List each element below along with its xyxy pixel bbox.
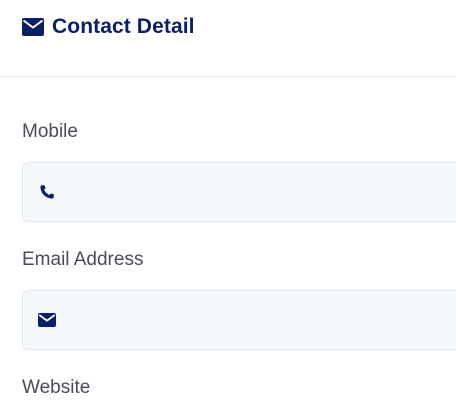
email-address-label: Email Address — [22, 249, 144, 270]
website-label: Website — [22, 377, 91, 398]
section-title: Contact Detail — [52, 15, 195, 38]
email-field[interactable] — [22, 290, 456, 351]
email-input[interactable] — [67, 291, 451, 351]
contact-detail-section: Contact Detail Mobile Email Address Webs… — [0, 0, 456, 412]
section-header: Contact Detail — [22, 12, 195, 42]
mobile-label: Mobile — [22, 121, 78, 142]
envelope-icon — [37, 310, 57, 330]
divider — [0, 76, 456, 77]
mobile-input[interactable] — [67, 163, 451, 223]
phone-icon — [37, 182, 57, 202]
envelope-icon — [22, 16, 44, 38]
mobile-field[interactable] — [22, 162, 456, 223]
